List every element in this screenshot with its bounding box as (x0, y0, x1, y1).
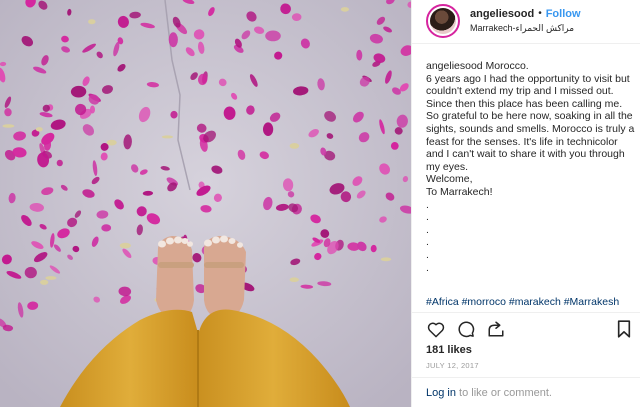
petal (168, 32, 178, 48)
username-row: angeliesood • Follow (470, 7, 581, 21)
header-divider (412, 43, 640, 44)
comment-icon (458, 321, 475, 338)
footer-divider (412, 377, 640, 378)
left-foot (156, 236, 194, 320)
dried-leaf (45, 276, 57, 280)
petal (265, 30, 281, 42)
post-image (0, 0, 411, 407)
share-button[interactable] (486, 319, 506, 339)
hashtag-links[interactable]: #Africa #morroco #marakech #Marrakesh (426, 296, 640, 308)
instagram-post: angeliesood • Follow Marrakech-مراكش الح… (0, 0, 640, 407)
petal (263, 122, 274, 137)
save-button[interactable] (614, 319, 634, 339)
comment-button[interactable] (456, 319, 476, 339)
post-caption: angeliesood Morocco. 6 years ago I had t… (426, 60, 635, 274)
dried-leaf (340, 7, 349, 12)
dried-leaf (289, 277, 299, 283)
post-side-panel: angeliesood • Follow Marrakech-مراكش الح… (411, 0, 640, 407)
username-link[interactable]: angeliesood (470, 7, 534, 21)
action-bar (426, 318, 634, 340)
login-link[interactable]: Log in (426, 387, 456, 399)
dried-leaf (289, 143, 300, 149)
separator-dot: • (538, 8, 542, 19)
caption-divider (412, 312, 640, 313)
dried-leaf (40, 279, 49, 285)
login-suffix: to like or comment. (455, 387, 552, 399)
bookmark-icon (617, 320, 631, 338)
heart-icon (427, 322, 445, 337)
dried-leaf (35, 127, 43, 132)
location-link[interactable]: Marrakech-مراكش الحمراء (470, 21, 581, 35)
dried-leaf (106, 139, 117, 146)
login-prompt: Log in to like or comment. (426, 387, 552, 399)
avatar[interactable] (426, 4, 460, 38)
post-photo[interactable] (0, 0, 411, 407)
dried-leaf (88, 19, 96, 25)
dried-leaf (2, 124, 15, 128)
header-text: angeliesood • Follow Marrakech-مراكش الح… (470, 7, 581, 35)
dried-leaf (119, 242, 131, 249)
post-header: angeliesood • Follow Marrakech-مراكش الح… (412, 0, 640, 42)
post-date: JULY 12, 2017 (426, 361, 479, 370)
share-icon (488, 321, 504, 337)
dried-leaf (380, 257, 392, 262)
like-button[interactable] (426, 319, 446, 339)
avatar-image (430, 8, 456, 34)
right-foot (204, 235, 246, 320)
dried-leaf (161, 135, 174, 139)
likes-count[interactable]: 181 likes (426, 344, 472, 356)
follow-button[interactable]: Follow (546, 7, 581, 21)
